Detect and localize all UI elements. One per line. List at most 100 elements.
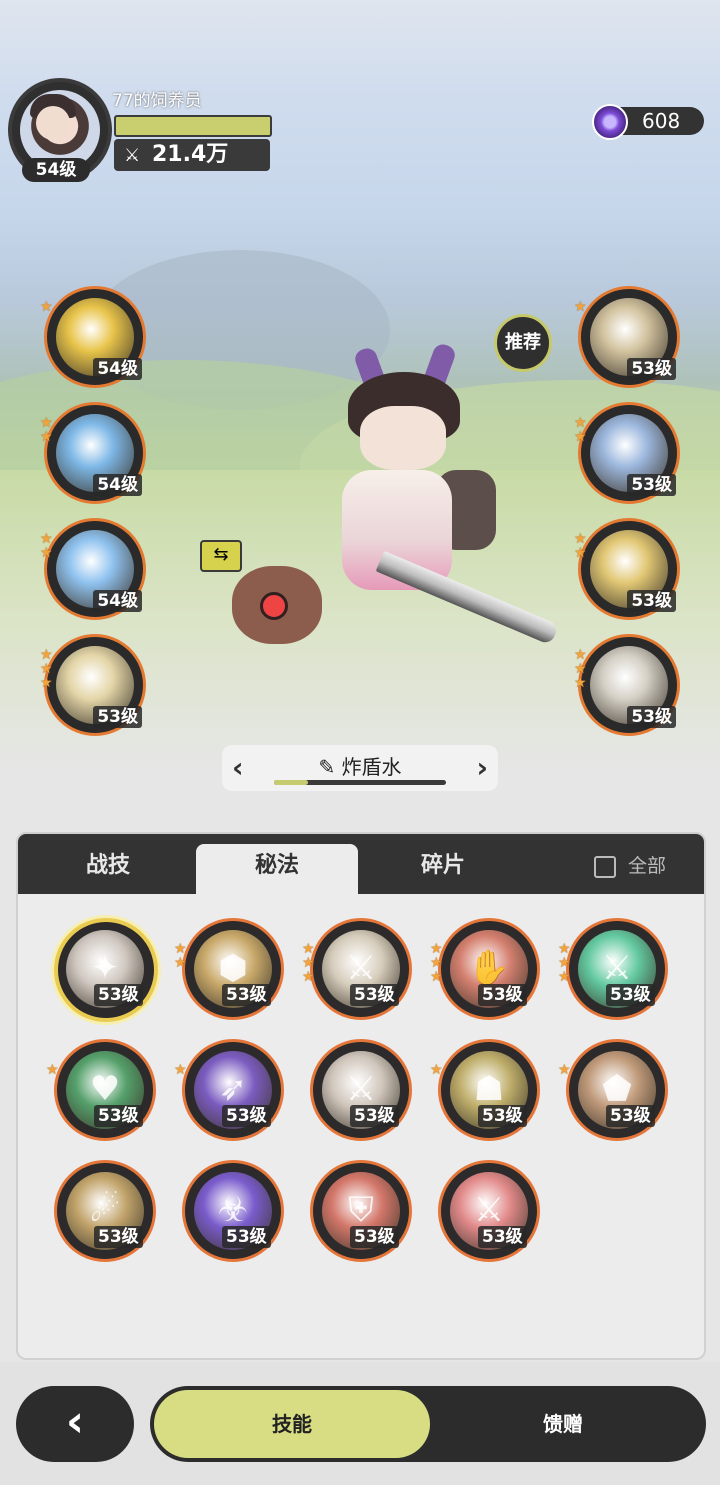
star-icon: ★ — [40, 299, 53, 315]
ice-ring-skill[interactable]: 54级 ★ ★ — [40, 402, 146, 504]
skill-panel: 战技 秘法 碎片 全部 ✦ 53级 ⬢ 53级 ★ ★ ⚔ 53级 ★ ★ ★ ✋ 53级 ★ ★ ★ ⚔ 53级… — [16, 832, 706, 1360]
tab-shards[interactable]: 碎片 — [358, 834, 528, 894]
secret-skill-item[interactable]: ♥ 53级 ★ — [46, 1039, 158, 1143]
vortex-skill[interactable]: 53级 ★ ★ ★ — [574, 634, 680, 736]
back-button[interactable]: ‹ — [16, 1386, 134, 1462]
star-icon: ★ — [574, 429, 587, 445]
pet-mouth — [260, 592, 288, 620]
skill-level: 53级 — [350, 1226, 399, 1248]
star-icon: ★ — [574, 299, 587, 315]
skill-level: 53级 — [350, 1105, 399, 1127]
golden-crest-skill[interactable]: 54级 ★ — [40, 286, 146, 388]
currency-display[interactable]: 608 — [592, 104, 704, 140]
star-icon: ★ — [430, 1062, 443, 1078]
build-name[interactable]: ✎ 炸盾水 — [222, 751, 498, 780]
star-rating: ★ ★ — [40, 416, 58, 444]
star-icon: ★ — [40, 429, 53, 445]
star-icon: ★ — [40, 675, 53, 691]
next-arrow-icon[interactable]: › — [476, 751, 488, 784]
secret-skill-item[interactable]: ☣ 53级 — [182, 1160, 286, 1264]
star-rating: ★ — [430, 1063, 448, 1077]
build-progress-track — [274, 780, 446, 785]
star-icon: ★ — [558, 1062, 571, 1078]
crossed-swords-icon: ⚔ — [124, 145, 141, 166]
claw-skill[interactable]: 53级 ★ — [574, 286, 680, 388]
star-icon: ★ — [574, 675, 587, 691]
star-rating: ★ — [558, 1063, 576, 1077]
star-icon: ★ — [302, 969, 315, 985]
skill-level: 54级 — [93, 474, 142, 496]
skill-level: 53级 — [627, 474, 676, 496]
star-icon: ★ — [430, 969, 443, 985]
secret-skill-item[interactable]: ➶ 53级 ★ — [174, 1039, 286, 1143]
xp-bar — [114, 115, 272, 137]
explosion-skill[interactable]: 53级 ★ ★ ★ — [40, 634, 146, 736]
show-all-toggle[interactable]: 全部 — [594, 834, 704, 894]
star-rating: ★ — [574, 300, 592, 314]
purple-gem-icon — [592, 104, 628, 140]
secret-skill-item[interactable]: ⛨ 53级 — [310, 1160, 414, 1264]
build-progress-fill — [274, 780, 309, 785]
star-rating: ★ ★ — [174, 942, 192, 970]
player-info[interactable]: 54级 77的饲养员 ⚔ 21.4万 — [8, 78, 308, 188]
checkbox-icon[interactable] — [594, 855, 616, 878]
secret-skill-item[interactable]: ✦ 53级 — [54, 918, 158, 1022]
skill-level: 53级 — [93, 706, 142, 728]
star-icon: ★ — [430, 955, 443, 971]
star-rating: ★ ★ — [574, 416, 592, 444]
skill-level: 53级 — [222, 1226, 271, 1248]
gift-button[interactable]: 馈赠 — [440, 1390, 686, 1458]
secret-skill-item[interactable]: ⚔ 53级 — [438, 1160, 542, 1264]
secret-skill-item[interactable]: ⚔ 53级 ★ ★ ★ — [558, 918, 670, 1022]
secret-skill-item[interactable]: ⬟ 53级 ★ — [558, 1039, 670, 1143]
power-display: ⚔ 21.4万 — [114, 139, 270, 171]
skill-level: 53级 — [627, 590, 676, 612]
skill-level: 53级 — [606, 1105, 655, 1127]
skill-level: 53级 — [478, 984, 527, 1006]
secret-skill-item[interactable]: ⚔ 53级 — [310, 1039, 414, 1143]
star-rating: ★ ★ — [40, 532, 58, 560]
shield-skill[interactable]: 53级 ★ ★ — [574, 402, 680, 504]
secret-skill-item[interactable]: ⬢ 53级 ★ ★ — [174, 918, 286, 1022]
skill-level: 53级 — [350, 984, 399, 1006]
tab-combat[interactable]: 战技 — [18, 834, 198, 894]
star-icon: ★ — [558, 969, 571, 985]
build-name-text: 炸盾水 — [341, 755, 402, 779]
tab-secret[interactable]: 秘法 — [196, 844, 358, 894]
eye-skill[interactable]: 53级 ★ ★ — [574, 518, 680, 620]
star-icon: ★ — [40, 531, 53, 547]
star-icon: ★ — [302, 941, 315, 957]
skill-level: 53级 — [222, 1105, 271, 1127]
skill-level: 53级 — [606, 984, 655, 1006]
power-value: 21.4万 — [152, 142, 229, 167]
secret-skill-item[interactable]: ⚔ 53级 ★ ★ ★ — [302, 918, 414, 1022]
skill-level: 53级 — [627, 358, 676, 380]
star-icon: ★ — [174, 955, 187, 971]
star-icon: ★ — [574, 661, 587, 677]
pencil-icon: ✎ — [318, 755, 342, 779]
skill-level: 53级 — [94, 1226, 143, 1248]
secret-skill-item[interactable]: ☗ 53级 ★ — [430, 1039, 542, 1143]
star-icon: ★ — [574, 415, 587, 431]
currency-value: 608 — [642, 109, 681, 133]
secret-skill-item[interactable]: ☄ 53级 — [54, 1160, 158, 1264]
star-icon: ★ — [574, 531, 587, 547]
tab-bar: 战技 秘法 碎片 全部 — [18, 834, 704, 894]
star-icon: ★ — [46, 1062, 59, 1078]
star-icon: ★ — [174, 1062, 187, 1078]
player-character — [320, 340, 560, 646]
star-rating: ★ ★ ★ — [430, 942, 448, 984]
secret-skill-item[interactable]: ✋ 53级 ★ ★ ★ — [430, 918, 542, 1022]
star-icon: ★ — [558, 955, 571, 971]
character-face — [360, 406, 446, 470]
star-icon: ★ — [430, 941, 443, 957]
skill-button[interactable]: 技能 — [154, 1390, 430, 1458]
ice-shard-skill[interactable]: 54级 ★ ★ — [40, 518, 146, 620]
skill-level: 53级 — [94, 1105, 143, 1127]
star-icon: ★ — [558, 941, 571, 957]
build-selector[interactable]: ‹ ✎ 炸盾水 › — [222, 745, 498, 791]
skill-level: 53级 — [94, 984, 143, 1006]
star-icon: ★ — [40, 661, 53, 677]
pet-companion — [232, 556, 324, 644]
star-rating: ★ — [46, 1063, 64, 1077]
